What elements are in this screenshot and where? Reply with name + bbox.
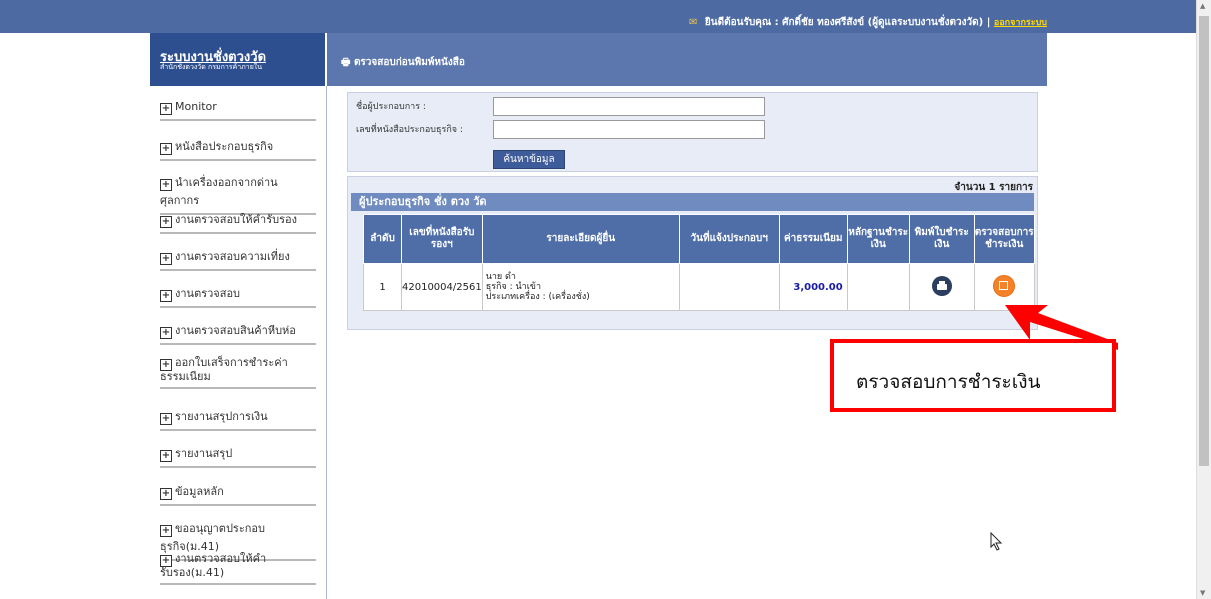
col-header-notify-date: วันที่แจ้งประกอบฯ xyxy=(678,214,780,264)
page-title-text: ตรวจสอบก่อนพิมพ์หนังสือ xyxy=(353,57,465,68)
sidebar-item-label: งานตรวจสอบให้คำรับรอง xyxy=(175,213,297,226)
sidebar-item-packaged-goods[interactable]: + งานตรวจสอบสินค้าหีบห่อ xyxy=(160,321,316,345)
plus-icon: + xyxy=(160,450,172,462)
sidebar-item-accuracy[interactable]: + งานตรวจสอบความเที่ยง xyxy=(160,247,316,271)
mouse-cursor-icon xyxy=(990,532,1003,551)
brand-header: ระบบงานชั่งตวงวัด สำนักชั่งตวงวัด กรมการ… xyxy=(150,33,325,86)
col-header-evidence: หลักฐานชำระเงิน xyxy=(846,214,910,264)
cell-check-payment xyxy=(973,263,1035,311)
check-payment-icon[interactable] xyxy=(993,274,1016,297)
logout-link[interactable]: ออกจากระบบ xyxy=(994,18,1047,28)
welcome-area: ✉ ยินดีต้อนรับคุณ : ศักดิ์ชัย ทองศรีสังข… xyxy=(689,15,1047,30)
sidebar-item-customs[interactable]: + นำเครื่องออกจากด่านศุลกากร xyxy=(160,173,316,215)
plus-icon: + xyxy=(160,488,172,500)
operator-name-input[interactable] xyxy=(493,97,765,116)
operator-name-label: ชื่อผู้ประกอบการ : xyxy=(356,102,426,112)
cell-print-payment xyxy=(908,263,975,311)
plus-icon: + xyxy=(160,525,172,537)
sidebar-item-certification[interactable]: + งานตรวจสอบให้คำรับรอง xyxy=(160,210,316,234)
plus-icon: + xyxy=(160,103,172,115)
sidebar-item-inspection[interactable]: + งานตรวจสอบ xyxy=(160,284,316,308)
page-header: 🖶 ตรวจสอบก่อนพิมพ์หนังสือ xyxy=(327,33,1047,86)
scroll-up-icon[interactable]: ▲ xyxy=(1200,2,1205,10)
detail-business: ธุรกิจ : นำเข้า xyxy=(485,282,542,292)
print-payment-icon[interactable] xyxy=(931,275,952,296)
search-button[interactable]: ค้นหาข้อมูล xyxy=(493,150,565,169)
sidebar-item-business-license[interactable]: + หนังสือประกอบธุรกิจ xyxy=(160,137,316,161)
sidebar-item-label: ข้อมูลหลัก xyxy=(175,485,224,498)
callout-text: ตรวจสอบการชำระเงิน xyxy=(856,371,1041,393)
sidebar-item-label: รายงานสรุป xyxy=(175,447,233,460)
cell-notify-date xyxy=(678,263,780,311)
search-panel: ชื่อผู้ประกอบการ : เลขที่หนังสือประกอบธุ… xyxy=(347,92,1038,172)
welcome-text: ยินดีต้อนรับคุณ : ศักดิ์ชัย ทองศรีสังข์ … xyxy=(704,17,991,28)
sidebar-item-label: นำเครื่องออกจากด่านศุลกากร xyxy=(160,176,278,207)
sidebar-item-monitor[interactable]: + Monitor xyxy=(160,100,316,121)
detail-name: นาย ดำ xyxy=(485,272,516,282)
page-title: 🖶 ตรวจสอบก่อนพิมพ์หนังสือ xyxy=(341,55,465,72)
sidebar-item-label: งานตรวจสอบ xyxy=(175,287,241,300)
sidebar-item-summary-report[interactable]: + รายงานสรุป xyxy=(160,444,316,468)
mail-icon: ✉ xyxy=(689,17,698,28)
cell-evidence xyxy=(846,263,910,311)
results-table: ลำดับ เลขที่หนังสือรับรองฯ รายละเอียดผู้… xyxy=(363,214,1035,311)
scroll-down-icon[interactable]: ▼ xyxy=(1200,589,1205,597)
plus-icon: + xyxy=(160,143,172,155)
col-header-print-payment: พิมพ์ใบชำระเงิน xyxy=(908,214,975,264)
sidebar-item-finance-report[interactable]: + รายงานสรุปการเงิน xyxy=(160,407,316,431)
license-number-label: เลขที่หนังสือประกอบธุรกิจ : xyxy=(356,125,463,135)
scroll-thumb[interactable] xyxy=(1199,16,1209,466)
sidebar-item-label: รายงานสรุปการเงิน xyxy=(175,410,268,423)
results-section-title: ผู้ประกอบธุรกิจ ชั่ง ตวง วัด xyxy=(351,193,1034,211)
sidebar-item-label: หนังสือประกอบธุรกิจ xyxy=(175,140,274,153)
detail-type: ประเภทเครื่อง : (เครื่องชั่ง) xyxy=(485,292,590,302)
col-header-detail: รายละเอียดผู้ยื่น xyxy=(481,214,680,264)
app-window: ✉ ยินดีต้อนรับคุณ : ศักดิ์ชัย ทองศรีสังข… xyxy=(0,0,1197,599)
cell-license: 42010004/2561 xyxy=(401,263,483,311)
plus-icon: + xyxy=(160,216,172,228)
sidebar-item-label: งานตรวจสอบให้คำรับรอง(ม.41) xyxy=(160,552,267,579)
col-header-license: เลขที่หนังสือรับรองฯ xyxy=(401,214,483,264)
cell-detail: นาย ดำ ธุรกิจ : นำเข้า ประเภทเครื่อง : (… xyxy=(481,263,680,311)
results-panel: จำนวน 1 รายการ ผู้ประกอบธุรกิจ ชั่ง ตวง … xyxy=(347,176,1038,330)
col-header-check-payment: ตรวจสอบการชำระเงิน xyxy=(973,214,1035,264)
plus-icon: + xyxy=(160,327,172,339)
table-header-row: ลำดับ เลขที่หนังสือรับรองฯ รายละเอียดผู้… xyxy=(363,214,1035,264)
plus-icon: + xyxy=(160,179,172,191)
page-scrollbar[interactable]: ▲ ▼ xyxy=(1196,0,1211,599)
license-number-input[interactable] xyxy=(493,120,765,139)
sidebar-item-label: ขออนุญาตประกอบธุรกิจ(ม.41) xyxy=(160,522,265,553)
sidebar-item-receipt[interactable]: + ออกใบเสร็จการชำระค่าธรรมเนียม xyxy=(160,357,316,389)
plus-icon: + xyxy=(160,290,172,302)
sidebar-item-label: ออกใบเสร็จการชำระค่าธรรมเนียม xyxy=(160,356,288,383)
plus-icon: + xyxy=(160,253,172,265)
sidebar: + Monitor + หนังสือประกอบธุรกิจ + นำเครื่อง… xyxy=(150,86,327,599)
col-header-no: ลำดับ xyxy=(363,214,402,264)
sidebar-item-master-data[interactable]: + ข้อมูลหลัก xyxy=(160,482,316,506)
table-row: 1 42010004/2561 นาย ดำ ธุรกิจ : นำเข้า ป… xyxy=(363,263,1035,311)
sidebar-item-label: งานตรวจสอบสินค้าหีบห่อ xyxy=(175,324,296,337)
sidebar-item-label: Monitor xyxy=(175,100,217,113)
brand-subtitle: สำนักชั่งตวงวัด กรมการค้าภายใน xyxy=(160,63,262,71)
top-bar: ✉ ยินดีต้อนรับคุณ : ศักดิ์ชัย ทองศรีสังข… xyxy=(0,0,1197,33)
printer-icon: 🖶 xyxy=(341,57,351,68)
col-header-fee: ค่าธรรมเนียม xyxy=(778,214,848,264)
cell-fee: 3,000.00 xyxy=(778,263,848,311)
cell-no: 1 xyxy=(363,263,402,311)
callout-box: ตรวจสอบการชำระเงิน xyxy=(830,339,1116,412)
sidebar-item-certification-m41[interactable]: + งานตรวจสอบให้คำรับรอง(ม.41) xyxy=(160,553,316,585)
plus-icon: + xyxy=(160,413,172,425)
sidebar-item-label: งานตรวจสอบความเที่ยง xyxy=(175,250,290,263)
